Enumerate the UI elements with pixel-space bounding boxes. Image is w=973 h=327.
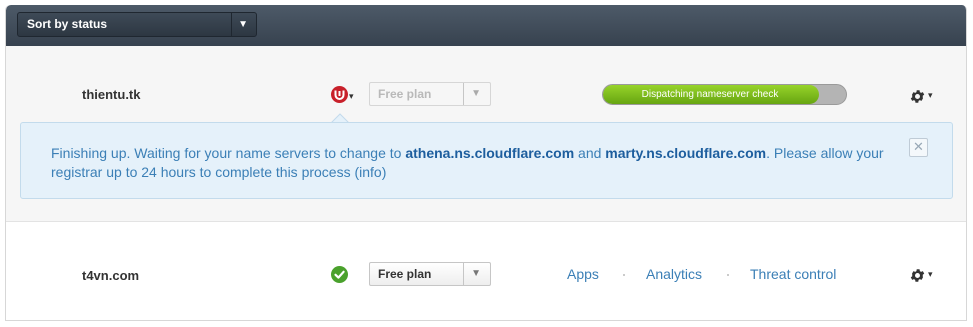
- gear-icon: [910, 269, 925, 282]
- threat-control-link[interactable]: Threat control: [750, 266, 836, 282]
- checkmark-icon: [331, 266, 348, 283]
- domain-name: t4vn.com: [82, 268, 140, 283]
- settings-menu[interactable]: ▾: [909, 266, 939, 286]
- gear-icon: [910, 90, 925, 103]
- apps-link[interactable]: Apps: [567, 266, 599, 282]
- analytics-link[interactable]: Analytics: [646, 266, 702, 282]
- nameserver-notice: Finishing up. Waiting for your name serv…: [20, 122, 953, 199]
- sort-dropdown-label: Sort by status: [27, 17, 108, 31]
- caret-down-icon: ▾: [928, 269, 933, 279]
- chevron-down-icon: ▼: [238, 19, 248, 30]
- link-separator: [727, 274, 729, 276]
- progress-label: Dispatching nameserver check: [641, 89, 779, 100]
- nameserver-2: marty.ns.cloudflare.com: [605, 145, 767, 161]
- progress-bar: Dispatching nameserver check: [602, 84, 847, 105]
- site-row-t4vn: t4vn.com Free plan ▼ Apps Analytics Thre…: [6, 223, 966, 320]
- toolbar: Sort by status ▼: [6, 5, 966, 46]
- sort-dropdown-divider: [231, 13, 232, 36]
- domain-name: thientu.tk: [82, 87, 141, 102]
- caret-down-icon: ▾: [928, 90, 933, 100]
- plan-dropdown[interactable]: Free plan ▼: [369, 262, 491, 286]
- status-caret-icon[interactable]: ▾: [349, 91, 354, 102]
- plan-dropdown-divider: [463, 83, 464, 105]
- info-link[interactable]: (info): [354, 164, 386, 180]
- nameserver-1: athena.ns.cloudflare.com: [405, 145, 575, 161]
- chevron-down-icon: ▼: [471, 268, 481, 279]
- plan-dropdown-divider: [463, 263, 464, 285]
- plan-dropdown-label: Free plan: [378, 87, 432, 101]
- sort-dropdown[interactable]: Sort by status ▼: [17, 12, 257, 37]
- plan-dropdown-label: Free plan: [378, 267, 432, 281]
- plan-dropdown[interactable]: Free plan ▼: [369, 82, 491, 106]
- chevron-down-icon: ▼: [471, 88, 481, 99]
- link-separator: [623, 274, 625, 276]
- notice-text: and: [574, 145, 606, 161]
- site-list: Sort by status ▼ thientu.tk ▾ Free plan …: [5, 5, 967, 321]
- close-icon[interactable]: ✕: [909, 138, 928, 157]
- site-row-thientu: thientu.tk ▾ Free plan ▼ Dispatching nam…: [6, 46, 966, 222]
- alert-icon[interactable]: [331, 86, 348, 103]
- notice-text: Finishing up. Waiting for your name serv…: [51, 145, 406, 161]
- settings-menu[interactable]: ▾: [909, 87, 939, 107]
